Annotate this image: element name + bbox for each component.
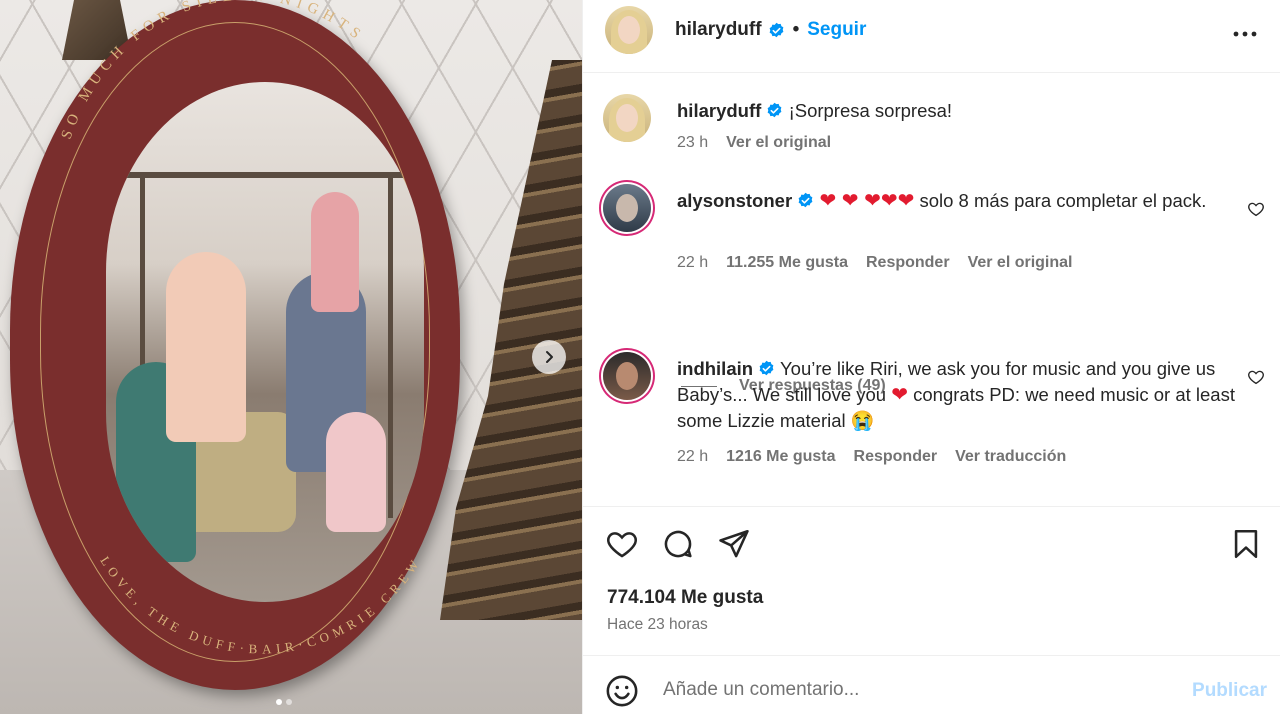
header-user: hilaryduff • Seguir [675, 19, 866, 41]
caption-time: 23 h [677, 134, 709, 151]
save-bookmark-icon[interactable] [1229, 527, 1263, 561]
comment-meta: 22 h 1216 Me gusta Responder Ver traducc… [677, 448, 1066, 466]
likes-count[interactable]: 774.104 Me gusta [607, 587, 763, 609]
emoji-smiley-icon[interactable] [605, 674, 639, 708]
comment-avatar[interactable] [603, 352, 651, 400]
header-separator: • [792, 19, 800, 40]
like-comment-heart-icon[interactable] [1247, 368, 1265, 386]
avatar-face [616, 194, 638, 222]
svg-text:LOVE, THE DUFF·BAIR·COMRIE CRE: LOVE, THE DUFF·BAIR·COMRIE CREW [97, 553, 424, 656]
carousel-dot-active [276, 699, 282, 705]
post-header: hilaryduff • Seguir [583, 0, 1280, 73]
comment-meta: 22 h 11.255 Me gusta Responder Ver el or… [677, 254, 1073, 272]
caption-text: ¡Sorpresa sorpresa! [788, 100, 953, 121]
carousel-dots [276, 699, 292, 705]
caption-meta: 23 h Ver el original [677, 134, 831, 152]
comment-bubble-icon[interactable] [661, 527, 695, 561]
caption-body: hilaryduff ¡Sorpresa sorpresa! [677, 98, 1237, 124]
chevron-right-icon [546, 351, 553, 363]
comment-body: indhilain You’re like Riri, we ask you f… [677, 356, 1237, 435]
frame-bottom-text: LOVE, THE DUFF·BAIR·COMRIE CREW [97, 553, 419, 656]
like-comment-heart-icon[interactable] [1247, 200, 1265, 218]
comment-composer: Publicar [583, 655, 1280, 714]
header-username[interactable]: hilaryduff [675, 19, 762, 41]
verified-badge-icon [759, 360, 774, 376]
more-options-button[interactable] [1231, 20, 1259, 48]
comment-likes[interactable]: 11.255 Me gusta [726, 254, 848, 272]
see-translation-link[interactable]: Ver traducción [955, 448, 1066, 466]
share-send-icon[interactable] [717, 527, 751, 561]
avatar[interactable] [605, 6, 653, 54]
verified-badge-icon [798, 192, 813, 208]
see-original-link[interactable]: Ver el original [726, 134, 831, 152]
caption-avatar[interactable] [603, 94, 651, 142]
action-bar [583, 506, 1280, 580]
frame-lettering: SO MUCH FOR SILENT NIGHTS LOVE, THE DUFF… [59, 0, 424, 657]
publish-button[interactable]: Publicar [1192, 680, 1267, 702]
comment-username[interactable]: alysonstoner [677, 190, 792, 211]
comment-body: alysonstoner ❤ ❤ ❤❤❤ solo 8 más para com… [677, 188, 1237, 214]
comment-time: 22 h [677, 254, 709, 271]
heart-emoji-icon: ❤ [891, 384, 908, 406]
avatar-face [616, 104, 638, 132]
avatar-face [618, 16, 640, 44]
post-panel: hilaryduff • Seguir hilaryduff ¡Sorpresa… [582, 0, 1280, 714]
reply-button[interactable]: Responder [866, 254, 950, 272]
comment-avatar[interactable] [603, 184, 651, 232]
crying-emoji-icon: 😭 [850, 411, 875, 432]
next-slide-button[interactable] [532, 340, 566, 374]
more-dots-icon [1233, 31, 1257, 37]
reply-button[interactable]: Responder [854, 448, 938, 466]
frame-top-text: SO MUCH FOR SILENT NIGHTS [59, 0, 362, 141]
verified-badge-icon [768, 102, 782, 118]
verified-badge-icon [769, 22, 783, 37]
comment-input[interactable] [663, 675, 1183, 705]
follow-button[interactable]: Seguir [807, 19, 866, 41]
like-heart-icon[interactable] [605, 527, 639, 561]
comments-list[interactable]: hilaryduff ¡Sorpresa sorpresa! 23 h Ver … [583, 74, 1280, 506]
avatar-face [616, 362, 638, 390]
carousel-dot [286, 699, 292, 705]
see-original-link[interactable]: Ver el original [968, 254, 1073, 272]
comment-likes[interactable]: 1216 Me gusta [726, 448, 835, 466]
caption-username[interactable]: hilaryduff [677, 100, 761, 121]
svg-text:SO MUCH FOR SILENT NIGHTS: SO MUCH FOR SILENT NIGHTS [59, 0, 368, 141]
post-time: Hace 23 horas [607, 616, 708, 633]
heart-emoji-icon: ❤ ❤ ❤❤❤ [819, 190, 915, 212]
comment-username[interactable]: indhilain [677, 358, 753, 379]
comment-text: solo 8 más para completar el pack. [919, 190, 1207, 211]
comment-time: 22 h [677, 448, 709, 465]
post-media[interactable]: SO MUCH FOR SILENT NIGHTS LOVE, THE DUFF… [0, 0, 582, 714]
